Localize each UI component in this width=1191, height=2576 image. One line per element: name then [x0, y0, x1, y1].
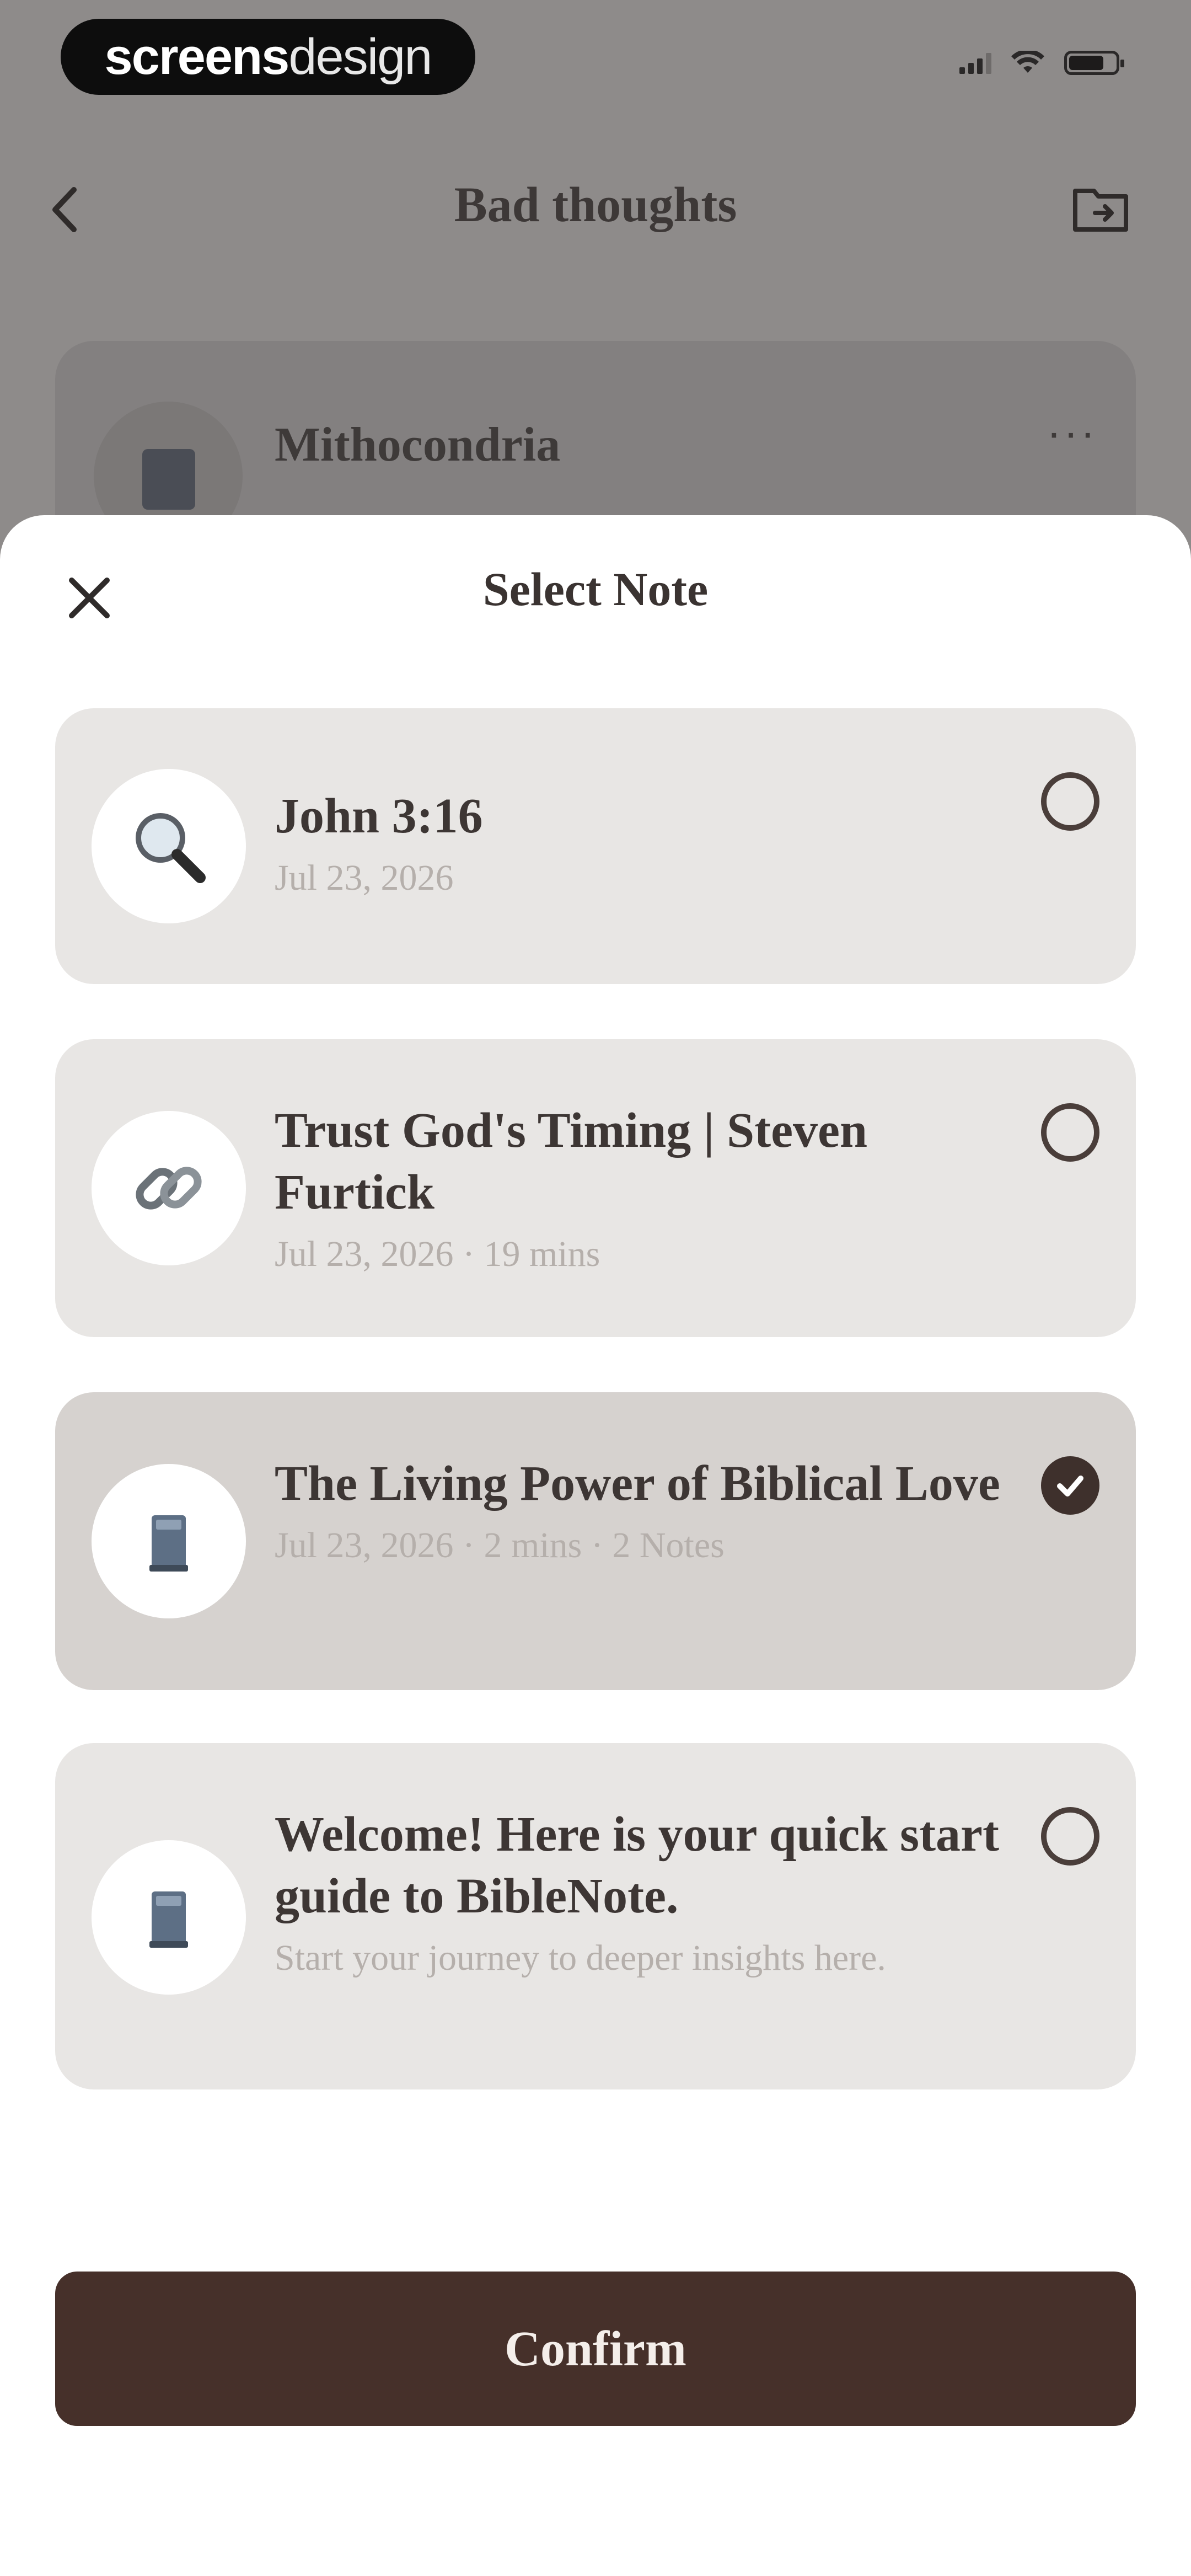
note-meta: Jul 23, 2026 · 2 mins · 2 Notes	[275, 1525, 725, 1565]
note-item[interactable]: John 3:16 Jul 23, 2026	[55, 708, 1136, 984]
note-icon-circle	[92, 769, 246, 923]
note-title: John 3:16	[275, 789, 483, 843]
background-card-title: Mithocondria	[275, 418, 561, 472]
checkmark-icon	[1057, 1476, 1083, 1497]
note-meta: Jul 23, 2026 · 19 mins	[275, 1234, 600, 1274]
note-meta: Start your journey to deeper insights he…	[275, 1938, 886, 1978]
more-options-icon: ···	[1047, 408, 1097, 457]
magnifier-icon	[136, 813, 206, 883]
battery-icon	[1064, 51, 1124, 75]
book-stack-icon	[149, 1515, 188, 1572]
brand-suffix: design	[288, 28, 432, 85]
radio-button[interactable]	[1041, 1807, 1099, 1866]
note-meta: Jul 23, 2026	[275, 858, 454, 898]
note-icon-circle	[92, 1111, 246, 1265]
page-title: Bad thoughts	[454, 178, 737, 232]
note-item[interactable]: Welcome! Here is your quick start guide …	[55, 1743, 1136, 2089]
folder-move-icon[interactable]	[1071, 181, 1131, 236]
radio-button[interactable]	[1041, 1103, 1099, 1162]
wifi-icon	[1011, 51, 1044, 73]
radio-button-checked[interactable]	[1041, 1456, 1099, 1515]
note-icon-circle	[92, 1840, 246, 1995]
note-icon-circle	[92, 1464, 246, 1618]
sheet-title: Select Note	[482, 563, 709, 616]
book-stack-icon	[149, 1891, 188, 1948]
status-icons	[959, 51, 1124, 75]
note-item[interactable]: Trust God's Timing | Steven Furtick Jul …	[55, 1039, 1136, 1337]
note-item-selected[interactable]: The Living Power of Biblical Love Jul 23…	[55, 1392, 1136, 1690]
note-title: The Living Power of Biblical Love	[275, 1456, 1000, 1511]
link-icon	[136, 1167, 202, 1210]
signal-icon	[959, 52, 991, 74]
confirm-button[interactable]: Confirm	[55, 2272, 1136, 2426]
note-title: Trust God's Timing | Steven Furtick	[275, 1103, 868, 1220]
brand-badge: screens design	[61, 19, 475, 95]
brand-prefix: screens	[104, 28, 290, 85]
note-title: Welcome! Here is your quick start guide …	[275, 1807, 999, 1923]
radio-button[interactable]	[1041, 772, 1099, 831]
